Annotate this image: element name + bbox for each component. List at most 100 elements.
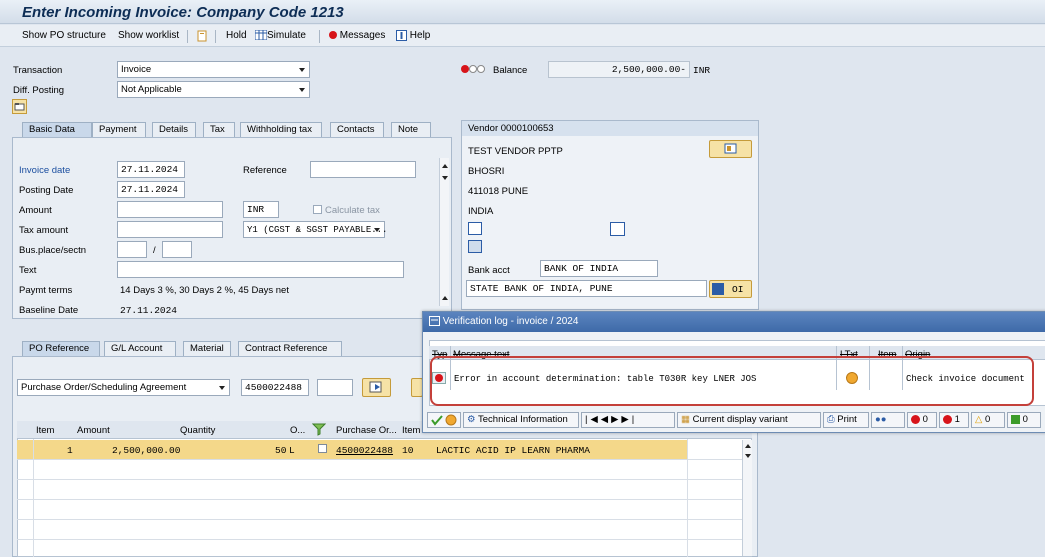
yellow-light-icon [469, 65, 477, 73]
dialog-title-bar: Verification log - invoice / 2024 [423, 312, 1045, 332]
calculate-tax-label: Calculate tax [325, 205, 380, 216]
col-amount-header[interactable]: Amount [77, 425, 110, 436]
dialog-icon [429, 316, 440, 327]
warning-filter-button[interactable]: △ 0 [971, 412, 1005, 428]
hold-button[interactable]: Hold [226, 30, 247, 41]
tab-contract-reference[interactable]: Contract Reference [238, 341, 342, 356]
tab-gl-account[interactable]: G/L Account [104, 341, 176, 356]
tab-note[interactable]: Note [391, 122, 431, 137]
page-title: Enter Incoming Invoice: Company Code 121… [22, 4, 344, 21]
help-label: Help [409, 30, 431, 42]
filter-icon[interactable] [311, 423, 327, 436]
ok-filter-button[interactable]: 0 [1007, 412, 1041, 428]
diff-posting-value: Not Applicable [121, 84, 182, 95]
bank-acct-field[interactable]: BANK OF INDIA [540, 260, 658, 277]
tax-amount-field[interactable] [117, 221, 223, 238]
error-filter-button[interactable]: 1 [939, 412, 969, 428]
section-field[interactable] [162, 241, 192, 258]
col-purchase-order-header[interactable]: Purchase Or... [336, 425, 397, 436]
simulate-button[interactable]: Simulate [255, 30, 306, 41]
find-button[interactable]: ●● [871, 412, 905, 428]
posting-date-field[interactable]: 27.11.2024 [117, 181, 185, 198]
show-po-structure-button[interactable]: Show PO structure [22, 30, 106, 41]
navigation-buttons[interactable]: |◀◀▶▶| [581, 412, 675, 428]
bus-place-separator: / [153, 245, 156, 256]
printer-icon[interactable] [610, 222, 625, 236]
tab-material[interactable]: Material [183, 341, 231, 356]
simulate-icon [255, 30, 267, 41]
print-icon: ⎙ [827, 414, 835, 425]
po-transfer-button[interactable] [362, 378, 391, 397]
invoice-date-field[interactable]: 27.11.2024 [117, 161, 185, 178]
bank-acct-label: Bank acct [468, 265, 510, 276]
warning-count: 0 [984, 414, 991, 425]
open-items-button[interactable]: OI [709, 280, 752, 298]
tab-contacts[interactable]: Contacts [330, 122, 384, 137]
help-button[interactable]: Help [396, 30, 430, 41]
balance-currency: INR [693, 65, 711, 76]
text-field[interactable] [117, 261, 404, 278]
variant-icon: ▦ [681, 414, 690, 425]
error-count: 1 [954, 414, 960, 425]
application-toolbar: Show PO structure Show worklist Hold Sim… [0, 25, 1045, 47]
bus-place-field[interactable] [117, 241, 147, 258]
tab-tax[interactable]: Tax [203, 122, 235, 137]
col-item-header[interactable]: Item [36, 425, 54, 436]
vendor-title: Vendor 0000100653 [468, 123, 554, 134]
amount-field[interactable] [117, 201, 223, 218]
text-label: Text [19, 265, 37, 276]
transaction-label: Transaction [13, 65, 63, 76]
tab-payment[interactable]: Payment [92, 122, 146, 137]
red-light-icon [461, 65, 469, 73]
vendor-name: TEST VENDOR PPTP [468, 146, 563, 157]
basic-data-scrollbar[interactable] [439, 158, 449, 306]
col-order-unit-header[interactable]: O... [290, 425, 305, 436]
diff-posting-dropdown[interactable]: Not Applicable [117, 81, 310, 98]
po-number-field[interactable]: 4500022488 [241, 379, 309, 396]
vendor-detail-button[interactable] [709, 140, 752, 158]
grid-line [17, 459, 752, 460]
tab-details[interactable]: Details [152, 122, 196, 137]
current-display-variant-button[interactable]: ▦ Current display variant [677, 412, 821, 428]
transaction-dropdown[interactable]: Invoice [117, 61, 310, 78]
toolbar-separator [215, 30, 216, 43]
print-label: Print [837, 414, 857, 425]
messages-button[interactable]: Messages [329, 30, 385, 41]
row-checkbox[interactable] [318, 444, 327, 453]
reference-field[interactable] [310, 161, 416, 178]
po-type-dropdown[interactable]: Purchase Order/Scheduling Agreement [17, 379, 230, 396]
row-po-link[interactable]: 4500022488 [336, 445, 393, 456]
show-worklist-button[interactable]: Show worklist [118, 30, 179, 41]
calculate-tax-checkbox[interactable] [313, 205, 322, 214]
print-button[interactable]: ⎙ Print [823, 412, 869, 428]
tab-withholding-tax[interactable]: Withholding tax [240, 122, 322, 137]
diff-posting-label: Diff. Posting [13, 85, 65, 96]
tax-code-value: Y1 (CGST & SGST PAYABLE... [247, 225, 388, 235]
stop-filter-button[interactable]: 0 [907, 412, 937, 428]
vendor-bank-icon[interactable] [468, 240, 482, 253]
grid-line [17, 499, 752, 500]
technical-information-button[interactable]: ⚙ Technical Information [463, 412, 579, 428]
vendor-address-icon[interactable] [468, 222, 482, 235]
amount-label: Amount [19, 205, 52, 216]
row-unit: L [289, 445, 295, 456]
error-icon [329, 31, 337, 40]
invoice-date-label: Invoice date [19, 165, 71, 176]
col-po-item-header[interactable]: Item [402, 425, 420, 436]
continue-icon [431, 414, 457, 426]
row-quantity: 50 [275, 445, 287, 456]
tab-basic-data[interactable]: Basic Data [22, 122, 92, 137]
paymt-terms-value: 14 Days 3 %, 30 Days 2 %, 45 Days net [120, 285, 289, 296]
currency-field[interactable]: INR [243, 201, 279, 218]
bank-name-field: STATE BANK OF INDIA, PUNE [466, 280, 707, 297]
tab-po-reference[interactable]: PO Reference [22, 341, 100, 356]
toolbar-separator [319, 30, 320, 43]
po-item-field[interactable] [317, 379, 353, 396]
folder-icon[interactable] [12, 99, 27, 114]
document-icon[interactable] [196, 30, 208, 42]
tax-code-dropdown[interactable]: Y1 (CGST & SGST PAYABLE... [243, 221, 388, 238]
col-quantity-header[interactable]: Quantity [180, 425, 215, 436]
log-action-icons[interactable] [427, 412, 461, 428]
items-table-scrollbar[interactable] [742, 440, 752, 556]
row-po-item: 10 [402, 445, 414, 456]
